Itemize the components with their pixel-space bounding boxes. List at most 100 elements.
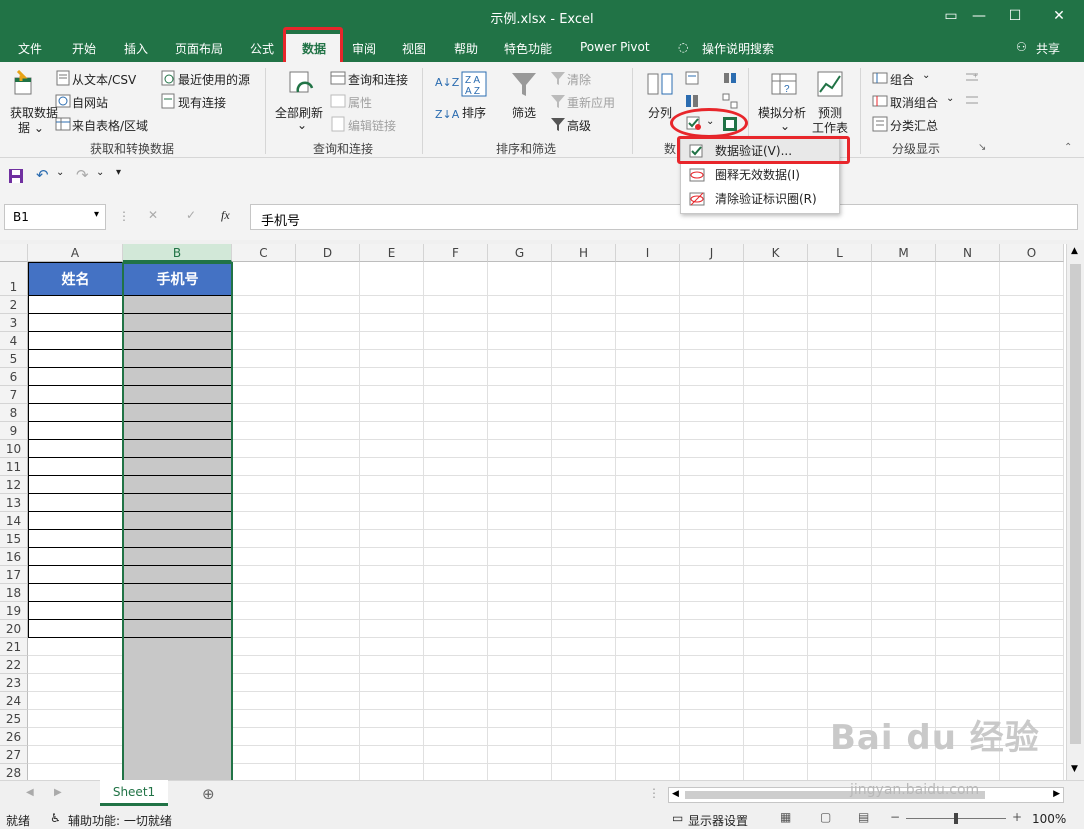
cell-i12[interactable] (616, 476, 680, 494)
cell-o24[interactable] (1000, 692, 1064, 710)
cell-c23[interactable] (232, 674, 296, 692)
cell-m7[interactable] (872, 386, 936, 404)
cell-a13[interactable] (28, 494, 123, 512)
cell-j2[interactable] (680, 296, 744, 314)
cell-i7[interactable] (616, 386, 680, 404)
cell-n7[interactable] (936, 386, 1000, 404)
cell-h27[interactable] (552, 746, 616, 764)
cell-f2[interactable] (424, 296, 488, 314)
cell-c1[interactable] (232, 262, 296, 296)
cell-k17[interactable] (744, 566, 808, 584)
cell-d28[interactable] (296, 764, 360, 780)
cell-g15[interactable] (488, 530, 552, 548)
cell-k21[interactable] (744, 638, 808, 656)
cell-k27[interactable] (744, 746, 808, 764)
cell-k3[interactable] (744, 314, 808, 332)
cell-k11[interactable] (744, 458, 808, 476)
cell-l12[interactable] (808, 476, 872, 494)
cell-a10[interactable] (28, 440, 123, 458)
cell-m4[interactable] (872, 332, 936, 350)
cell-b28[interactable] (123, 764, 232, 780)
advanced-button[interactable]: 高级 (567, 117, 591, 134)
cell-g9[interactable] (488, 422, 552, 440)
display-settings-button[interactable]: 显示器设置 (688, 812, 748, 829)
cell-d19[interactable] (296, 602, 360, 620)
cell-j3[interactable] (680, 314, 744, 332)
cell-n21[interactable] (936, 638, 1000, 656)
cell-o7[interactable] (1000, 386, 1064, 404)
cell-k16[interactable] (744, 548, 808, 566)
cell-c28[interactable] (232, 764, 296, 780)
cell-b21[interactable] (123, 638, 232, 656)
cell-e10[interactable] (360, 440, 424, 458)
cell-a5[interactable] (28, 350, 123, 368)
cell-o14[interactable] (1000, 512, 1064, 530)
cell-i11[interactable] (616, 458, 680, 476)
prev-sheet-icon[interactable]: ◀ (26, 787, 34, 798)
cell-o18[interactable] (1000, 584, 1064, 602)
cell-m11[interactable] (872, 458, 936, 476)
cell-o19[interactable] (1000, 602, 1064, 620)
row-header-4[interactable]: 4 (0, 332, 28, 350)
tab-power-pivot[interactable]: Power Pivot (580, 40, 650, 54)
row-header-2[interactable]: 2 (0, 296, 28, 314)
menu-item-circle-invalid[interactable]: 圈释无效数据(I) (681, 163, 839, 187)
properties-button[interactable]: 属性 (348, 94, 372, 111)
cell-c20[interactable] (232, 620, 296, 638)
cell-m16[interactable] (872, 548, 936, 566)
cell-n3[interactable] (936, 314, 1000, 332)
cell-a17[interactable] (28, 566, 123, 584)
cell-o11[interactable] (1000, 458, 1064, 476)
row-header-3[interactable]: 3 (0, 314, 28, 332)
cell-o6[interactable] (1000, 368, 1064, 386)
cell-m28[interactable] (872, 764, 936, 780)
cell-m14[interactable] (872, 512, 936, 530)
cell-b15[interactable] (123, 530, 232, 548)
tab-view[interactable]: 视图 (402, 40, 426, 57)
cell-i26[interactable] (616, 728, 680, 746)
cell-o13[interactable] (1000, 494, 1064, 512)
cell-l5[interactable] (808, 350, 872, 368)
cell-k7[interactable] (744, 386, 808, 404)
cell-h7[interactable] (552, 386, 616, 404)
cell-f23[interactable] (424, 674, 488, 692)
cell-c8[interactable] (232, 404, 296, 422)
tab-insert[interactable]: 插入 (124, 40, 148, 57)
cell-h26[interactable] (552, 728, 616, 746)
cell-g28[interactable] (488, 764, 552, 780)
cell-h28[interactable] (552, 764, 616, 780)
cell-k24[interactable] (744, 692, 808, 710)
cell-e16[interactable] (360, 548, 424, 566)
zoom-slider-handle[interactable] (954, 813, 958, 824)
cell-a16[interactable] (28, 548, 123, 566)
cell-j18[interactable] (680, 584, 744, 602)
cell-h16[interactable] (552, 548, 616, 566)
cell-j8[interactable] (680, 404, 744, 422)
cell-k28[interactable] (744, 764, 808, 780)
tab-special[interactable]: 特色功能 (504, 40, 552, 57)
tab-review[interactable]: 审阅 (352, 40, 376, 57)
cell-l20[interactable] (808, 620, 872, 638)
cell-d10[interactable] (296, 440, 360, 458)
cell-k13[interactable] (744, 494, 808, 512)
cell-k20[interactable] (744, 620, 808, 638)
column-header-e[interactable]: E (360, 244, 424, 262)
column-header-g[interactable]: G (488, 244, 552, 262)
cell-i13[interactable] (616, 494, 680, 512)
cell-c15[interactable] (232, 530, 296, 548)
cell-f10[interactable] (424, 440, 488, 458)
cell-k1[interactable] (744, 262, 808, 296)
cell-l3[interactable] (808, 314, 872, 332)
cell-g2[interactable] (488, 296, 552, 314)
cell-h19[interactable] (552, 602, 616, 620)
cell-n24[interactable] (936, 692, 1000, 710)
cell-c21[interactable] (232, 638, 296, 656)
cell-i18[interactable] (616, 584, 680, 602)
cell-j27[interactable] (680, 746, 744, 764)
cell-a4[interactable] (28, 332, 123, 350)
cell-e26[interactable] (360, 728, 424, 746)
cell-e17[interactable] (360, 566, 424, 584)
cell-b16[interactable] (123, 548, 232, 566)
cell-i9[interactable] (616, 422, 680, 440)
cell-l23[interactable] (808, 674, 872, 692)
